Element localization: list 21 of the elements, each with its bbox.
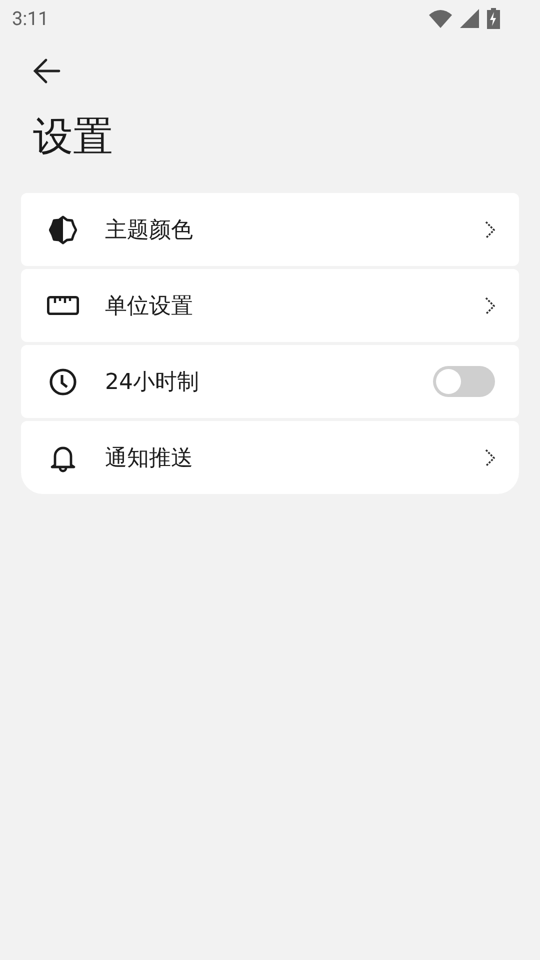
ruler-icon <box>47 296 79 315</box>
clock-icon <box>49 368 77 396</box>
contrast-icon <box>49 214 77 244</box>
signal-icon <box>460 8 479 28</box>
settings-row[interactable]: 单位设置 <box>21 269 519 342</box>
status-time: 3:11 <box>12 6 49 30</box>
setting-label: 主题颜色 <box>105 216 193 244</box>
toggle-switch[interactable] <box>433 366 495 397</box>
chevron-right-icon <box>485 220 495 238</box>
setting-label: 通知推送 <box>105 444 193 472</box>
chevron-right-icon <box>485 296 495 314</box>
setting-label: 24小时制 <box>105 368 199 396</box>
settings-row[interactable]: 通知推送 <box>21 421 519 494</box>
back-button[interactable] <box>32 56 62 86</box>
page-title: 设置 <box>33 113 113 162</box>
settings-row[interactable]: 主题颜色 <box>21 193 519 266</box>
chevron-right-icon <box>485 448 495 466</box>
setting-label: 单位设置 <box>105 292 193 320</box>
wifi-icon <box>429 8 452 28</box>
battery-charging-icon <box>487 8 500 28</box>
settings-row[interactable]: 24小时制 <box>21 345 519 418</box>
